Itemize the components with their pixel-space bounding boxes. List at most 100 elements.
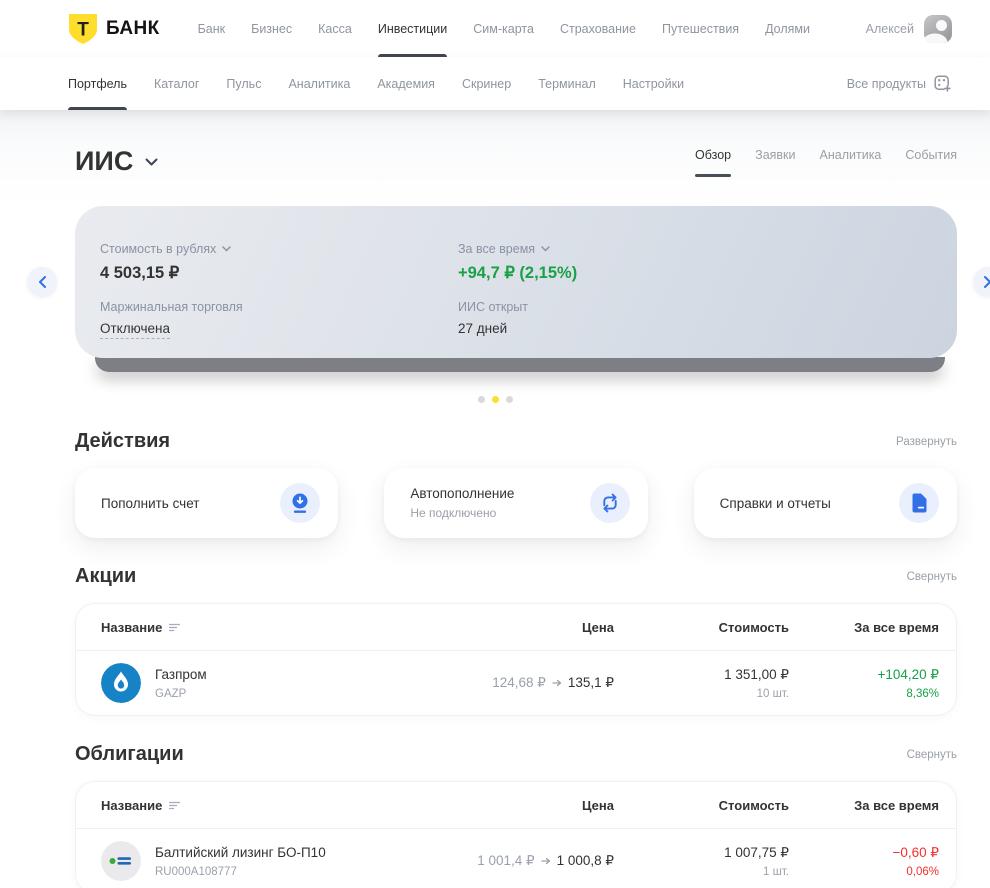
nav-item-travel[interactable]: Путешествия: [662, 0, 739, 57]
account-selector[interactable]: ИИС: [75, 146, 158, 177]
carousel-next-button[interactable]: [973, 267, 990, 297]
tbank-shield-icon: Т: [69, 13, 97, 44]
position-value: 1 007,75 ₽: [724, 844, 789, 860]
column-price: Цена: [582, 619, 614, 635]
carousel-dot-2[interactable]: [491, 396, 499, 403]
actions-expand-link[interactable]: Развернуть: [896, 436, 957, 448]
carousel-prev-button[interactable]: [27, 267, 57, 297]
portfolio-value: 4 503,15 ₽: [100, 264, 180, 282]
table-row-gazprom[interactable]: Газпром GAZP 124,68 ₽ 135,1 ₽ 1 351,00 ₽…: [76, 651, 956, 715]
column-name-sort[interactable]: Название: [101, 620, 399, 635]
bonds-table-header: Название Цена Стоимость За все время: [76, 782, 956, 829]
user-menu[interactable]: Алексей: [866, 14, 952, 43]
icon-circle: [589, 483, 630, 523]
bonds-section: Облигации Свернуть Название Цена Стоимос…: [75, 743, 957, 888]
logo-text: БАНК: [106, 17, 160, 39]
nav-item-sim[interactable]: Сим-карта: [473, 0, 534, 57]
nav-item-investments[interactable]: Инвестиции: [377, 0, 448, 57]
secondary-nav-row: Портфель Каталог Пульс Аналитика Академи…: [0, 57, 990, 110]
security-name: Газпром: [155, 666, 207, 682]
position-change: −0,60 ₽: [892, 844, 940, 860]
stocks-title: Акции: [75, 565, 137, 587]
action-top-up-account[interactable]: Пополнить счет: [75, 468, 339, 538]
account-title: ИИС: [75, 146, 134, 176]
security-ticker: GAZP: [155, 687, 187, 700]
stocks-table: Название Цена Стоимость За все время Газ…: [75, 603, 957, 716]
account-tabs: Обзор Заявки Аналитика События: [695, 148, 957, 177]
price-cell: 124,68 ₽ 135,1 ₽: [399, 675, 614, 691]
column-value: Стоимость: [718, 619, 789, 635]
portfolio-change: +94,7 ₽ (2,15%): [458, 264, 578, 282]
nav-item-kassa[interactable]: Касса: [318, 0, 352, 57]
repeat-arrows-icon: [603, 493, 617, 513]
price-to: 135,1 ₽: [567, 675, 614, 690]
value-cell: 1 007,75 ₽ 1 шт.: [614, 845, 789, 878]
carousel-dot-3[interactable]: [505, 396, 513, 403]
change-cell: +104,20 ₽ 8,36%: [789, 667, 939, 700]
period-selector[interactable]: За все время: [458, 242, 927, 256]
tab-events[interactable]: События: [905, 148, 957, 177]
portfolio-value-block: Стоимость в рублях 4 503,15 ₽: [100, 242, 458, 283]
action-label: Пополнить счет: [101, 495, 200, 511]
subnav-portfolio[interactable]: Портфель: [68, 57, 127, 110]
portfolio-value-selector[interactable]: Стоимость в рублях: [100, 242, 458, 256]
avatar[interactable]: [924, 14, 952, 43]
chevron-down-icon: [145, 158, 158, 165]
stocks-section: Акции Свернуть Название Цена Стоимость З…: [75, 565, 957, 716]
all-products-label: Все продукты: [846, 76, 926, 91]
bonds-collapse-link[interactable]: Свернуть: [907, 749, 957, 761]
chevron-down-icon: [222, 246, 232, 252]
subnav-analytics[interactable]: Аналитика: [288, 57, 350, 110]
margin-trading-block: Маржинальная торговля Отключена: [100, 300, 458, 339]
column-name-sort[interactable]: Название: [101, 798, 399, 813]
nav-item-insurance[interactable]: Страхование: [560, 0, 636, 57]
security-name: Балтийский лизинг БО-П10: [155, 844, 326, 860]
position-change: +104,20 ₽: [877, 666, 939, 682]
sort-icon: [169, 623, 181, 631]
carousel-dots: [0, 396, 990, 403]
subnav-terminal[interactable]: Терминал: [538, 57, 596, 110]
actions-title: Действия: [75, 430, 171, 452]
iis-opened-value: 27 дней: [458, 321, 508, 336]
bonds-table: Название Цена Стоимость За все время Бал…: [75, 781, 957, 888]
subnav-pulse[interactable]: Пульс: [226, 57, 261, 110]
tab-overview[interactable]: Обзор: [695, 148, 732, 177]
portfolio-change-block: За все время +94,7 ₽ (2,15%): [458, 242, 927, 283]
security-ticker: RU000A108777: [155, 865, 237, 878]
subnav-academy[interactable]: Академия: [377, 57, 435, 110]
nav-item-business[interactable]: Бизнес: [251, 0, 292, 57]
all-products-button[interactable]: Все продукты: [846, 74, 952, 93]
change-cell: −0,60 ₽ 0,06%: [789, 844, 940, 878]
subnav-catalog[interactable]: Каталог: [154, 57, 199, 110]
margin-trading-status[interactable]: Отключена: [100, 321, 170, 339]
nav-item-bank[interactable]: Банк: [198, 0, 226, 57]
top-header: Т БАНК Банк Бизнес Касса Инвестиции Сим-…: [0, 0, 990, 110]
tab-orders[interactable]: Заявки: [755, 148, 795, 177]
position-change-pct: 0,06%: [906, 865, 939, 878]
iis-opened-block: ИИС открыт 27 дней: [458, 300, 927, 339]
portfolio-summary-card: Стоимость в рублях 4 503,15 ₽ За все вре…: [75, 206, 957, 358]
margin-trading-label: Маржинальная торговля: [100, 300, 243, 314]
download-circle-icon: [292, 493, 308, 513]
nav-item-dolyami[interactable]: Долями: [765, 0, 810, 57]
document-icon: [912, 493, 926, 513]
sort-icon: [169, 801, 181, 809]
action-auto-top-up[interactable]: Автопополнение Не подключено: [384, 468, 648, 538]
position-quantity: 1 шт.: [762, 865, 789, 878]
iis-opened-label: ИИС открыт: [458, 300, 529, 314]
subnav-screener[interactable]: Скринер: [462, 57, 511, 110]
baltic-leasing-logo: [101, 841, 141, 881]
tbank-logo[interactable]: Т БАНК: [68, 13, 160, 45]
table-row-baltic-leasing[interactable]: Балтийский лизинг БО-П10 RU000A108777 1 …: [76, 829, 956, 888]
subnav-settings[interactable]: Настройки: [623, 57, 684, 110]
chevron-right-icon: [984, 276, 990, 288]
action-label: Справки и отчеты: [719, 495, 831, 511]
action-statements-reports[interactable]: Справки и отчеты: [693, 468, 957, 538]
carousel-dot-1[interactable]: [477, 396, 485, 403]
column-value: Стоимость: [718, 797, 789, 813]
summary-carousel: Стоимость в рублях 4 503,15 ₽ За все вре…: [0, 206, 990, 373]
stocks-collapse-link[interactable]: Свернуть: [907, 571, 957, 583]
action-sublabel: Не подключено: [410, 506, 497, 520]
chevron-down-icon: [541, 246, 550, 252]
tab-analytics[interactable]: Аналитика: [820, 148, 882, 177]
